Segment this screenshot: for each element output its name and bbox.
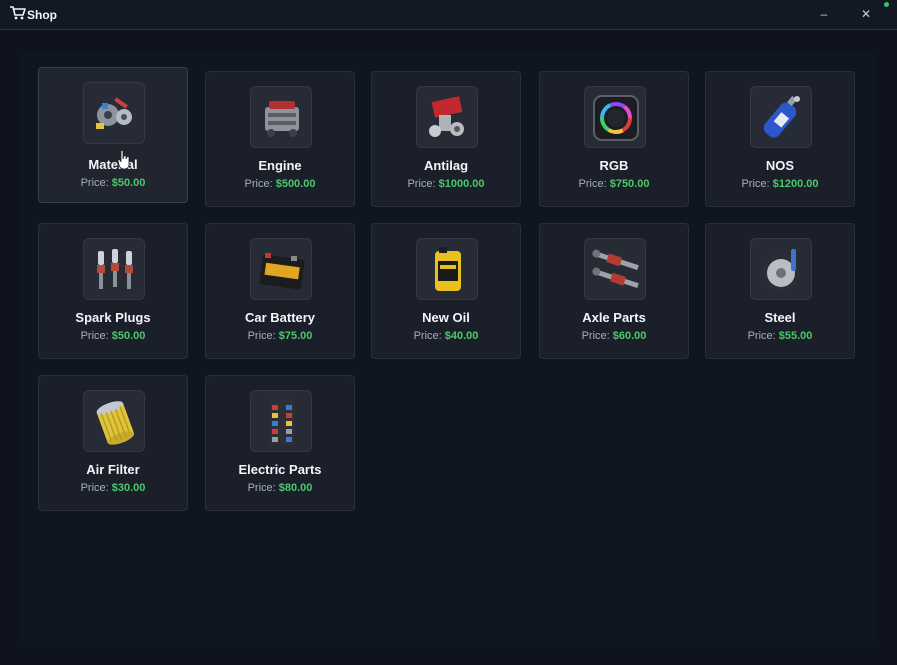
shop-item-rgb[interactable]: RGB Price: $750.00 — [539, 71, 689, 207]
shop-item-electric-parts[interactable]: Electric Parts Price: $80.00 — [205, 375, 355, 511]
item-price: Price: $80.00 — [247, 482, 313, 494]
material-icon — [83, 82, 145, 144]
item-name: Spark Plugs — [75, 310, 151, 325]
nos-icon — [750, 86, 812, 148]
antilag-icon — [416, 86, 478, 148]
minimize-button[interactable]: – — [814, 5, 834, 23]
item-price: Price: $30.00 — [80, 482, 146, 494]
engine-icon — [250, 86, 312, 148]
item-name: Antilag — [423, 158, 469, 173]
window-title: Shop — [27, 8, 57, 22]
item-price: Price: $750.00 — [578, 178, 650, 190]
rgb-icon — [584, 86, 646, 148]
item-price: Price: $75.00 — [247, 330, 313, 342]
shop-item-spark-plugs[interactable]: Spark Plugs Price: $50.00 — [38, 223, 188, 359]
shop-item-antilag[interactable]: Antilag Price: $1000.00 — [371, 71, 521, 207]
car-battery-icon — [250, 238, 312, 300]
item-name: RGB — [599, 158, 629, 173]
steel-icon — [750, 238, 812, 300]
item-name: Material — [88, 157, 138, 172]
shop-item-material[interactable]: Material Price: $50.00 — [38, 67, 188, 203]
shop-item-steel[interactable]: Steel Price: $55.00 — [705, 223, 855, 359]
item-name: Electric Parts — [238, 462, 322, 477]
spark-plugs-icon — [83, 238, 145, 300]
item-name: Car Battery — [244, 310, 316, 325]
item-price: Price: $1000.00 — [407, 178, 485, 190]
item-price: Price: $500.00 — [244, 178, 316, 190]
cart-icon — [10, 6, 26, 20]
item-price: Price: $50.00 — [80, 177, 146, 189]
item-name: Engine — [258, 158, 302, 173]
status-indicator — [884, 2, 889, 7]
item-price: Price: $40.00 — [413, 330, 479, 342]
item-name: Steel — [764, 310, 796, 325]
shop-item-car-battery[interactable]: Car Battery Price: $75.00 — [205, 223, 355, 359]
item-price: Price: $50.00 — [80, 330, 146, 342]
shop-item-nos[interactable]: NOS Price: $1200.00 — [705, 71, 855, 207]
item-name: NOS — [765, 158, 795, 173]
item-name: Axle Parts — [582, 310, 646, 325]
air-filter-icon — [83, 390, 145, 452]
close-button[interactable]: ✕ — [856, 5, 876, 23]
shop-item-air-filter[interactable]: Air Filter Price: $30.00 — [38, 375, 188, 511]
item-price: Price: $60.00 — [581, 330, 647, 342]
item-name: Air Filter — [86, 462, 140, 477]
title-bar: Shop – ✕ — [0, 0, 897, 30]
shop-item-engine[interactable]: Engine Price: $500.00 — [205, 71, 355, 207]
axle-parts-icon — [584, 238, 646, 300]
item-price: Price: $1200.00 — [741, 178, 819, 190]
shop-item-axle-parts[interactable]: Axle Parts Price: $60.00 — [539, 223, 689, 359]
shop-item-new-oil[interactable]: New Oil Price: $40.00 — [371, 223, 521, 359]
electric-parts-icon — [250, 390, 312, 452]
oil-icon — [416, 238, 478, 300]
item-name: New Oil — [422, 310, 470, 325]
item-price: Price: $55.00 — [747, 330, 813, 342]
